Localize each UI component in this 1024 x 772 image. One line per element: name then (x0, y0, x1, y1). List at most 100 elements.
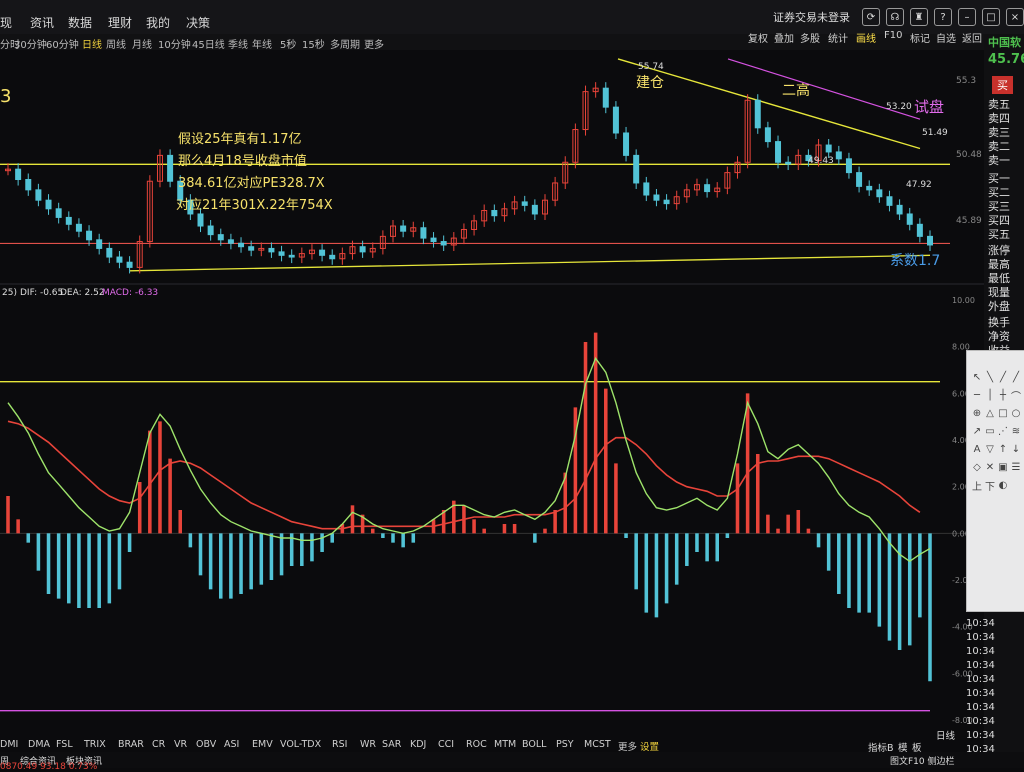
tool-button[interactable]: 叠加 (774, 30, 794, 45)
draw-tool-icon[interactable]: A (971, 443, 983, 455)
stock-chart[interactable]: 10.008.006.004.002.000.00-2.00-4.00-6.00… (0, 0, 984, 740)
price-axis-label: 55.3 (956, 76, 977, 86)
draw-tool-icon[interactable]: ╱ (1010, 371, 1022, 383)
indicator-tab[interactable]: KDJ (410, 739, 426, 750)
indicator-tab[interactable]: ROC (466, 739, 487, 750)
draw-tool-icon[interactable]: ┼ (997, 389, 1009, 401)
period-tab[interactable]: 45日线 (192, 36, 225, 51)
period-tab[interactable]: 5秒 (280, 36, 296, 51)
draw-tool-icon[interactable]: ↗ (971, 425, 983, 437)
tool-button[interactable]: 标记 (910, 30, 930, 45)
indicator-tab[interactable]: MCST (584, 739, 611, 750)
draw-tool-icon[interactable]: ≋ (1010, 425, 1022, 437)
period-tab-active[interactable]: 日线 (82, 36, 102, 51)
indicator-tab[interactable]: CCI (438, 739, 454, 750)
tool-button[interactable]: F10 (884, 30, 902, 41)
tool-button[interactable]: 返回 (962, 30, 982, 45)
close-icon[interactable]: × (1006, 8, 1024, 26)
candle-body (825, 144, 832, 153)
indicator-tab[interactable]: RSI (332, 739, 347, 750)
draw-tool-icon[interactable]: ▭ (984, 425, 996, 437)
draw-tool-icon[interactable]: ○ (1010, 407, 1022, 419)
period-tab[interactable]: 15秒 (302, 36, 325, 51)
draw-tool-icon[interactable]: ↖ (971, 371, 983, 383)
draw-tool-icon[interactable]: △ (984, 407, 996, 419)
candle-body (45, 199, 52, 210)
draw-tool-icon[interactable]: ↑ (997, 443, 1009, 455)
headset-icon[interactable]: ☊ (886, 8, 904, 26)
indicator-tab[interactable]: FSL (56, 739, 73, 750)
indicator-tab[interactable]: TRIX (84, 739, 106, 750)
draw-tool-icon[interactable]: □ (997, 407, 1009, 419)
tool-button[interactable]: 多股 (800, 30, 820, 45)
period-tab[interactable]: 60分钟 (46, 36, 79, 51)
restore-icon[interactable]: □ (982, 8, 1000, 26)
menu-item[interactable]: 数据 (68, 14, 92, 31)
tool-button[interactable]: 统计 (828, 30, 848, 45)
draw-tool-icon[interactable]: 下 (984, 479, 996, 493)
indicator-tab[interactable]: EMV (252, 739, 273, 750)
candle-body (906, 213, 913, 225)
indicator-tab[interactable]: VR (174, 739, 187, 750)
help-icon[interactable]: ? (934, 8, 952, 26)
indicator-tab[interactable]: CR (152, 739, 165, 750)
draw-tool-icon[interactable]: ✕ (984, 461, 996, 473)
buy-button[interactable]: 买 (992, 76, 1013, 94)
indicator-tab[interactable]: VOL-TDX (280, 739, 321, 750)
indicator-tab[interactable]: BOLL (522, 739, 546, 750)
bottom-right-tool[interactable]: 指标B (868, 740, 894, 754)
shirt-icon[interactable]: ♜ (910, 8, 928, 26)
refresh-icon[interactable]: ⟳ (862, 8, 880, 26)
draw-tool-icon[interactable]: ▣ (997, 461, 1009, 473)
period-tab[interactable]: 月线 (132, 36, 152, 51)
draw-tool-icon[interactable]: ◐ (997, 479, 1009, 491)
minimize-icon[interactable]: – (958, 8, 976, 26)
draw-tool-icon[interactable]: ⊕ (971, 407, 983, 419)
period-tab[interactable]: 多周期 (330, 36, 360, 51)
period-tab[interactable]: 10分钟 (158, 36, 191, 51)
menu-item[interactable]: 理财 (108, 14, 132, 31)
period-tab[interactable]: 季线 (228, 36, 248, 51)
bottom-right-info[interactable]: 图文F10 侧边栏 (890, 754, 955, 767)
tool-button[interactable]: 自选 (936, 30, 956, 45)
indicator-tab[interactable]: 更多 (618, 739, 637, 753)
draw-tool-icon[interactable]: ╱ (997, 371, 1009, 383)
draw-tool-icon[interactable]: ◇ (971, 461, 983, 473)
login-status[interactable]: 证券交易未登录 (773, 9, 850, 25)
bottom-right-tool[interactable]: 模 (898, 740, 908, 754)
menu-item[interactable]: 我的 (146, 14, 170, 31)
indicator-tab[interactable]: PSY (556, 739, 574, 750)
draw-tool-icon[interactable]: ⋰ (997, 425, 1009, 437)
indicator-tab[interactable]: SAR (382, 739, 401, 750)
bottom-right-tool[interactable]: 日线 (936, 728, 955, 742)
menu-item[interactable]: 现 (0, 14, 12, 31)
draw-tool-icon[interactable]: ▽ (984, 443, 996, 455)
indicator-tab[interactable]: WR (360, 739, 376, 750)
draw-tool-icon[interactable]: ╲ (984, 371, 996, 383)
annotation-line: 对应21年301X.22年754X (176, 198, 333, 213)
status-bar: 周 综合资讯 板块资讯 0870.49 93.18 0.73% 图文F10 侧边… (0, 752, 1024, 772)
draw-tool-icon[interactable]: ─ (971, 389, 983, 401)
indicator-tab[interactable]: MTM (494, 739, 516, 750)
indicator-tab[interactable]: BRAR (118, 739, 144, 750)
tool-button-active[interactable]: 画线 (856, 30, 876, 45)
bottom-right-tool[interactable]: 板 (912, 740, 922, 754)
tool-button[interactable]: 复权 (748, 30, 768, 45)
period-tab[interactable]: 30分钟 (14, 36, 47, 51)
draw-tool-icon[interactable]: 上 (971, 479, 983, 493)
period-tab[interactable]: 周线 (106, 36, 126, 51)
draw-tool-icon[interactable]: ↓ (1010, 443, 1022, 455)
indicator-tab[interactable]: ASI (224, 739, 239, 750)
indicator-tab[interactable]: OBV (196, 739, 216, 750)
period-tab[interactable]: 更多 (364, 36, 384, 51)
menu-item[interactable]: 资讯 (30, 14, 54, 31)
period-tab[interactable]: 年线 (252, 36, 272, 51)
menu-item[interactable]: 决策 (186, 14, 210, 31)
draw-tool-icon[interactable]: ⌒ (1010, 389, 1022, 403)
indicator-tab[interactable]: DMA (28, 739, 50, 750)
draw-tool-icon[interactable]: │ (984, 389, 996, 401)
indicator-tab[interactable]: DMI (0, 739, 18, 750)
indicator-tab[interactable]: 设置 (640, 739, 659, 753)
draw-tool-icon[interactable]: ☰ (1010, 461, 1022, 473)
candle-body (430, 237, 437, 243)
